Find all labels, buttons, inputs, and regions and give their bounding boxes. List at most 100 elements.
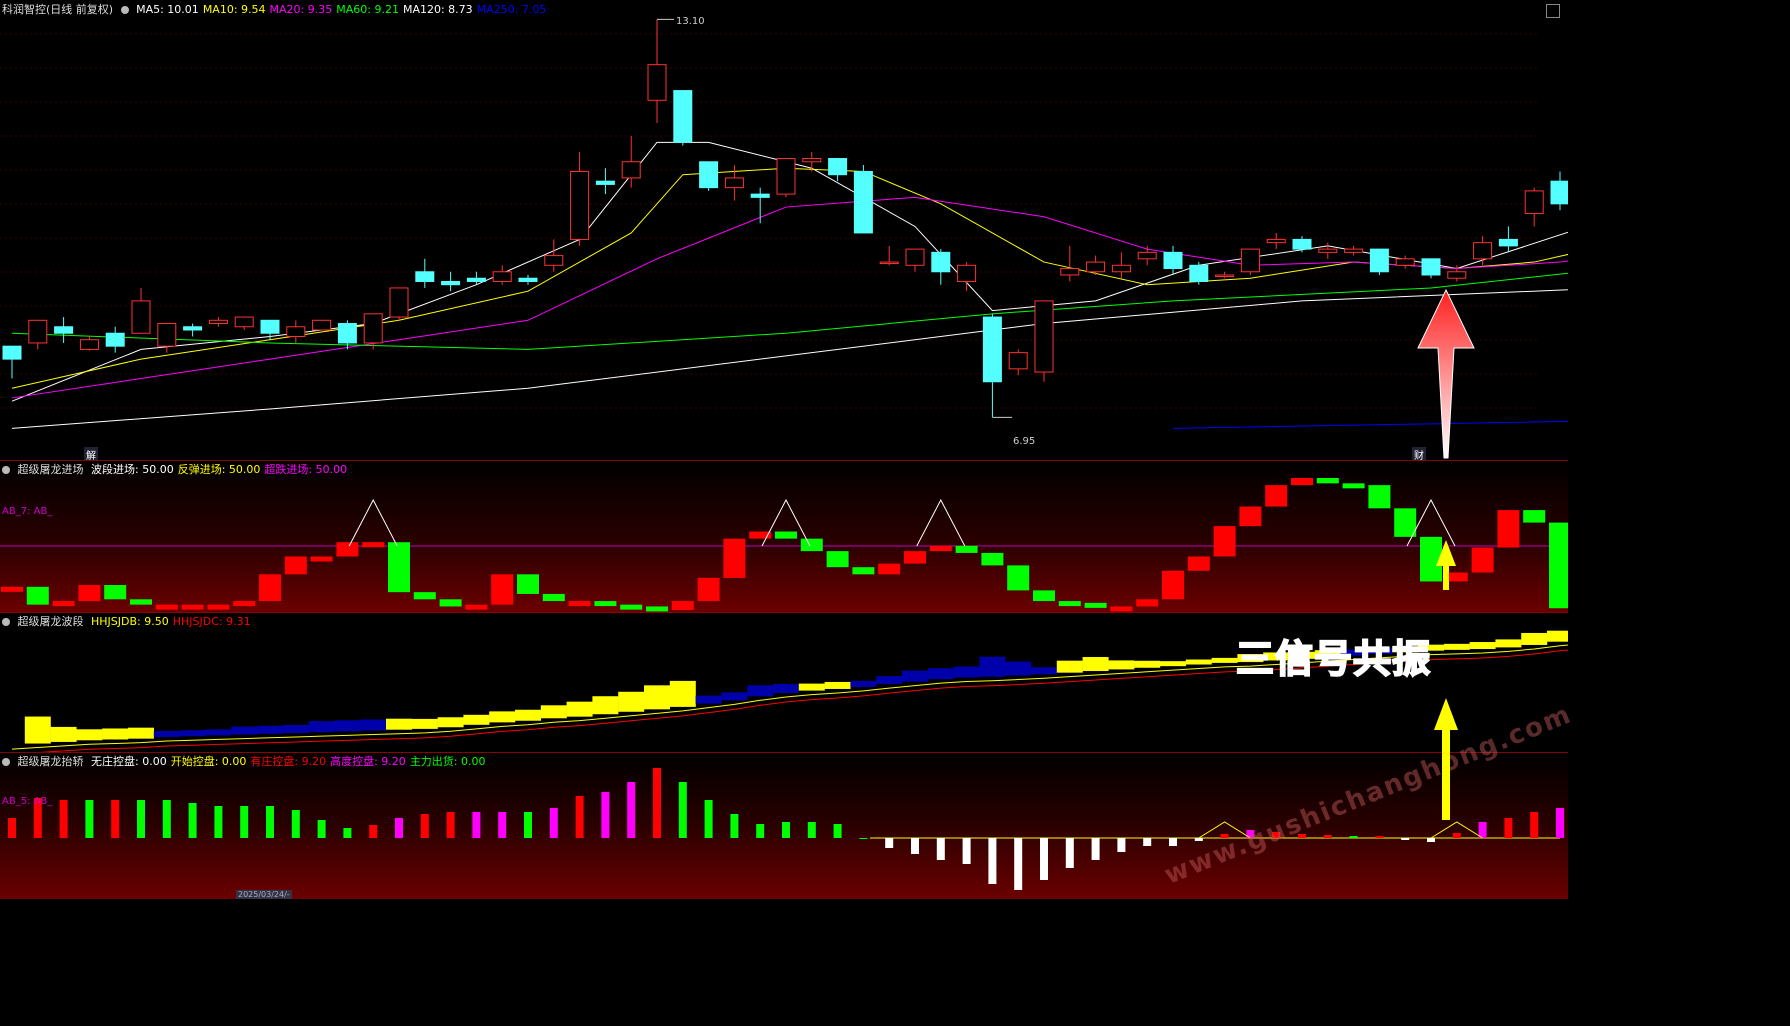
control-bar (833, 824, 842, 838)
wave-bar (282, 724, 309, 733)
candle-body (131, 300, 151, 334)
maximize-icon[interactable] (1546, 4, 1560, 18)
control-bar (8, 818, 16, 838)
wave-bar (1056, 660, 1083, 673)
candle-body (879, 261, 899, 265)
ma-line-ma120 (11, 289, 1568, 429)
wave-bar (953, 666, 980, 678)
settings-icon[interactable] (2, 618, 10, 626)
wave-bar (1547, 630, 1568, 642)
candle-body (750, 193, 770, 198)
control-bar (85, 800, 94, 838)
control-bar (1143, 838, 1152, 846)
control-bar (1040, 838, 1048, 880)
control-bar (1375, 836, 1384, 838)
control-bar (704, 800, 713, 838)
candle-body (931, 251, 951, 273)
candle-body (1137, 251, 1157, 260)
control-bar (549, 808, 558, 838)
candle-body (595, 180, 615, 185)
entry-bar (310, 556, 333, 562)
entry-bar (1162, 570, 1184, 600)
control-bar (1401, 838, 1410, 840)
wave-bar (1443, 643, 1470, 650)
candle-body (79, 339, 99, 350)
candle-body (389, 287, 409, 318)
event-tag-jie[interactable]: 解 (84, 447, 98, 460)
control-bar (885, 838, 894, 848)
wave-bar (747, 685, 774, 697)
entry-bar (981, 552, 1004, 566)
entry-bar (878, 563, 901, 575)
entry-bar (155, 604, 178, 610)
wave-bar (437, 717, 464, 728)
main-price-panel[interactable]: 科润智控(日线 前复权) MA5: 10.01 MA10: 9.54 MA20: 9… (0, 0, 1568, 460)
wave-bar (824, 681, 851, 689)
control-bar (1349, 836, 1358, 838)
control-bar (1194, 838, 1203, 841)
entry-bar (542, 593, 565, 602)
entry-bar (775, 531, 797, 539)
candle-body (1292, 238, 1312, 250)
event-tag-cai[interactable]: 财 (1412, 447, 1426, 460)
entry-bar (620, 604, 643, 610)
entry-bar (233, 601, 256, 607)
candle-body (441, 280, 461, 286)
ma-line-ma250 (1172, 420, 1568, 429)
entry-bar (207, 604, 230, 610)
control-bar (1504, 818, 1513, 838)
candlestick-chart[interactable] (0, 0, 1568, 460)
control-bar (266, 806, 274, 838)
control-bar (1169, 838, 1177, 846)
control-legend-item-3: 高度控盘: 9.20 (330, 755, 406, 768)
wave-bar (798, 683, 825, 691)
candle-body (724, 177, 744, 189)
control-bar (524, 812, 532, 838)
control-bar (214, 806, 223, 838)
entry-triangle (916, 498, 966, 547)
wave-bar (411, 718, 438, 729)
candle-body (647, 64, 667, 101)
settings-icon[interactable] (2, 466, 10, 474)
wave-bar (1108, 660, 1135, 670)
wave-bar (566, 701, 593, 717)
candle-body (1344, 248, 1364, 253)
candle-body (982, 316, 1002, 383)
entry-bar (1110, 606, 1133, 612)
control-bar (240, 806, 249, 838)
candle-body (699, 161, 719, 189)
signal-banner: 三信号共振 (1235, 636, 1432, 682)
wave-bar (540, 705, 567, 719)
control-bar (1323, 835, 1332, 838)
control-title: 超级屠龙抬轿 (17, 755, 84, 768)
control-legend-item-0: 无庄控盘: 0.00 (91, 755, 167, 768)
candle-body (492, 271, 512, 282)
entry-bar (697, 577, 720, 602)
settings-icon[interactable] (2, 758, 10, 766)
candle-body (183, 326, 203, 331)
candle-body (828, 158, 848, 176)
control-bar (1452, 833, 1461, 838)
wave-bar (927, 668, 954, 680)
wave-bar (153, 731, 180, 738)
candle-body (1395, 258, 1415, 266)
control-bar (1530, 812, 1539, 838)
control-bar (936, 838, 945, 860)
wave-bar (850, 680, 877, 687)
entry-indicator-panel[interactable]: 超级屠龙进场 波段进场: 50.00 反弹进场: 50.00 超跌进场: 50.00… (0, 460, 1568, 612)
entry-items: 波段进场: 50.00 反弹进场: 50.00 超跌进场: 50.00 (91, 463, 351, 476)
entry-bar (1394, 508, 1417, 537)
control-side-label: AB_5: AB_ (2, 796, 53, 807)
ma-line-ma20 (11, 196, 1568, 399)
candle-body (1498, 238, 1518, 247)
control-bar (782, 822, 790, 838)
candle-body (905, 248, 925, 266)
control-bar (911, 838, 919, 854)
entry-bar (1549, 522, 1568, 609)
ma-legend-item-1: MA10: 9.54 (202, 3, 266, 16)
candle-body (1240, 248, 1260, 273)
ma-legend: MA5: 10.01 MA10: 9.54 MA20: 9.35 MA60: 9.21… (136, 3, 550, 16)
settings-icon[interactable] (120, 6, 129, 14)
entry-legend-item-1: 反弹进场: 50.00 (177, 463, 261, 476)
control-bar (446, 812, 455, 838)
